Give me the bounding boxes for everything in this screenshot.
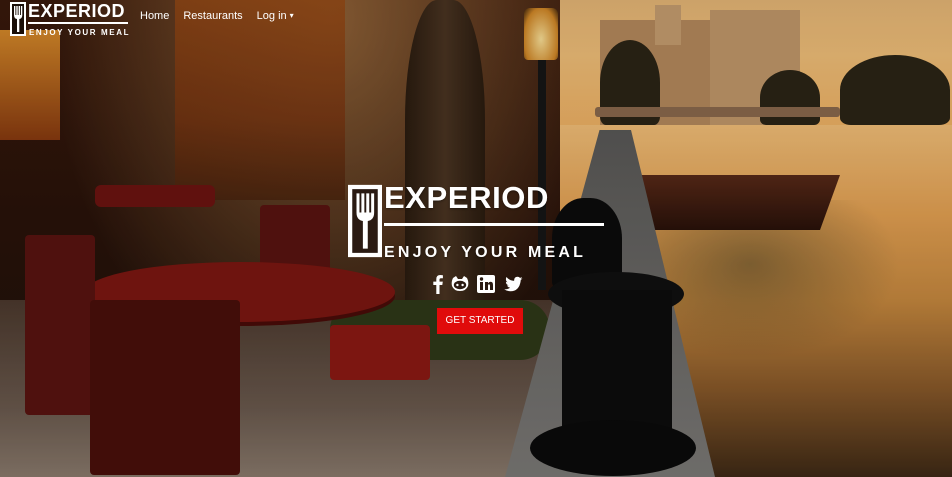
twitter-icon (504, 276, 523, 292)
brand-tagline: ENJOY YOUR MEAL (29, 28, 131, 37)
nav-home-link[interactable]: Home (140, 9, 169, 23)
linkedin-link[interactable] (476, 274, 496, 294)
nav-links: Home Restaurants Log in ▾ (140, 9, 308, 23)
hero-divider (384, 223, 604, 226)
social-links (432, 274, 526, 294)
nav-login-dropdown[interactable]: Log in ▾ (257, 9, 294, 23)
nav-home-label: Home (140, 10, 170, 22)
nav-login-label: Log in (256, 10, 287, 22)
hero-title: EXPERIOD (384, 180, 550, 215)
brand-name: EXPERIOD (28, 1, 126, 21)
brand-logo-link[interactable]: EXPERIOD ENJOY YOUR MEAL (10, 1, 132, 40)
fork-icon (10, 2, 26, 36)
twitter-link[interactable] (502, 274, 526, 294)
facebook-icon (433, 275, 443, 294)
navbar: EXPERIOD ENJOY YOUR MEAL Home Restaurant… (0, 0, 952, 40)
brand-divider (28, 22, 128, 24)
fork-icon (348, 184, 382, 258)
get-started-button[interactable]: GET STARTED (437, 308, 523, 334)
facebook-link[interactable] (432, 274, 444, 294)
nav-restaurants-label: Restaurants (183, 10, 243, 22)
github-link[interactable] (450, 274, 470, 294)
linkedin-icon (477, 275, 495, 293)
hero-tagline: ENJOY YOUR MEAL (384, 244, 587, 261)
github-icon (451, 276, 469, 291)
caret-down-icon: ▾ (289, 11, 294, 20)
nav-restaurants-link[interactable]: Restaurants (183, 9, 242, 23)
